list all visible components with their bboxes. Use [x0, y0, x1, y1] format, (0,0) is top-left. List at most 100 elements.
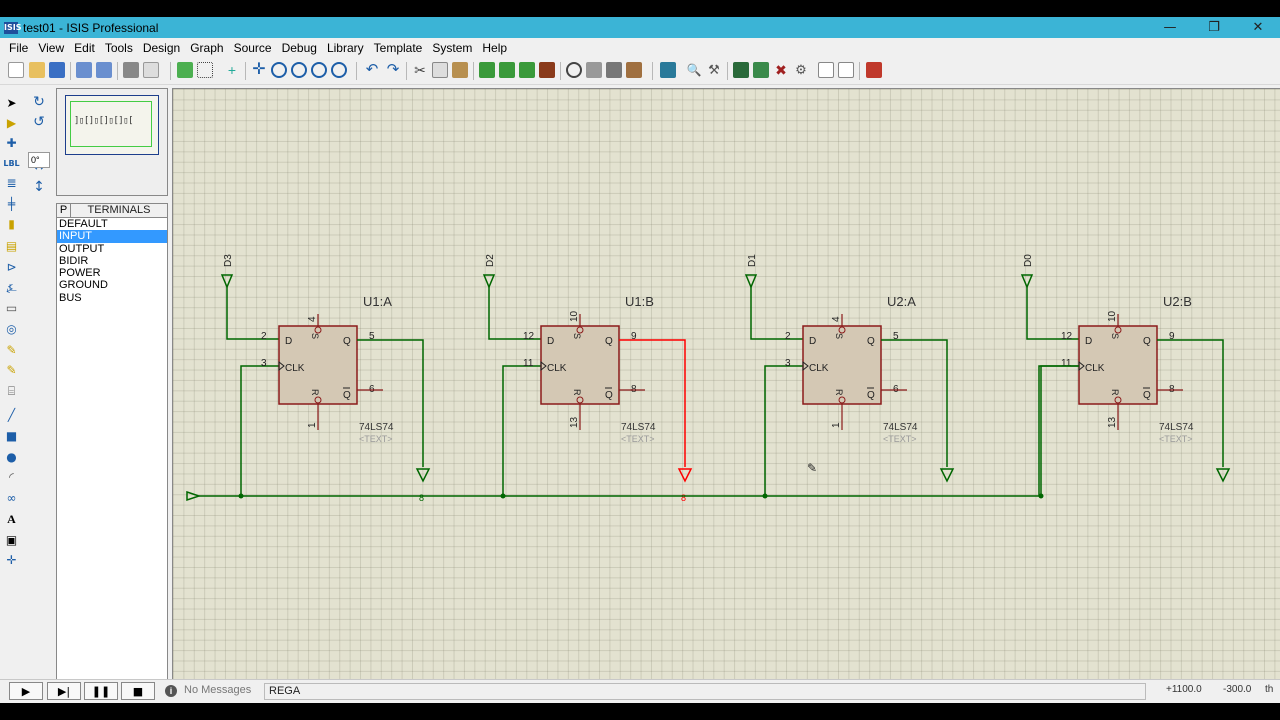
device-pins-mode-icon[interactable]: ⊳ — [4, 260, 19, 274]
cut-icon[interactable]: ✂ — [412, 62, 428, 78]
arc-mode-icon[interactable]: ◜ — [4, 470, 19, 484]
restore-button[interactable]: ❐ — [1192, 17, 1236, 38]
menu-template[interactable]: Template — [369, 41, 428, 55]
wire-autorouter-icon[interactable] — [660, 62, 676, 78]
new-sheet-icon[interactable] — [733, 62, 749, 78]
terminal-output[interactable]: OUTPUT — [57, 243, 167, 255]
print-icon[interactable] — [123, 62, 139, 78]
copy-icon[interactable] — [432, 62, 448, 78]
terminal-input[interactable]: INPUT — [57, 230, 167, 243]
search-tag-icon[interactable]: 🔍 — [686, 62, 702, 78]
symbol-mode-icon[interactable]: ▣ — [4, 533, 19, 547]
pick-button[interactable]: P — [57, 204, 71, 217]
close-button[interactable]: ✕ — [1236, 17, 1280, 38]
component-mode-icon[interactable]: ▶ — [4, 116, 19, 130]
box-mode-icon[interactable]: ■ — [4, 429, 19, 443]
pin-clk-label: CLK — [1085, 363, 1105, 374]
print-area-icon[interactable] — [143, 62, 159, 78]
generator-mode-icon[interactable]: ◎ — [4, 322, 19, 336]
line-mode-icon[interactable]: ╱ — [4, 408, 19, 422]
electrical-rule-check-icon[interactable] — [838, 62, 854, 78]
zoom-area-icon[interactable] — [331, 62, 347, 78]
bill-of-materials-icon[interactable] — [818, 62, 834, 78]
decompose-icon[interactable] — [626, 62, 642, 78]
clock-wire — [1040, 365, 1079, 496]
overview-window[interactable]: ]▯[]▯[]▯[]▯[ — [56, 88, 168, 196]
menu-help[interactable]: Help — [477, 41, 512, 55]
menu-system[interactable]: System — [427, 41, 477, 55]
redo-icon[interactable]: ↷ — [385, 62, 401, 78]
undo-icon[interactable]: ↶ — [364, 62, 380, 78]
new-file-icon[interactable] — [8, 62, 24, 78]
voltage-probe-mode-icon[interactable]: ✎ — [4, 343, 19, 357]
junction-dot-mode-icon[interactable]: ✚ — [4, 136, 19, 150]
zoom-in-icon[interactable] — [271, 62, 287, 78]
goto-sheet-icon[interactable]: ⚙ — [793, 62, 809, 78]
step-button[interactable]: ▶| — [47, 682, 81, 700]
menu-edit[interactable]: Edit — [69, 41, 100, 55]
remove-sheet-icon[interactable]: ✖ — [773, 62, 789, 78]
make-device-icon[interactable] — [586, 62, 602, 78]
grid-icon[interactable] — [197, 62, 213, 78]
pick-device-icon[interactable] — [566, 62, 582, 78]
schematic-grid[interactable]: D3U1:ADCLKQQSR23564174LS74<TEXT>8D2U1:BD… — [173, 89, 1280, 691]
menu-source[interactable]: Source — [229, 41, 277, 55]
block-move-icon[interactable] — [499, 62, 515, 78]
zoom-out-icon[interactable] — [291, 62, 307, 78]
block-delete-icon[interactable] — [539, 62, 555, 78]
wire-label-mode-icon[interactable]: LBL — [3, 156, 19, 170]
stop-button[interactable]: ■ — [121, 682, 155, 700]
text-mode-icon[interactable]: A — [4, 512, 19, 526]
rotate-clockwise-icon[interactable]: ↻ — [31, 94, 47, 110]
rotate-anticlockwise-icon[interactable]: ↺ — [31, 114, 47, 130]
message-status[interactable]: No Messages — [184, 684, 251, 696]
current-probe-mode-icon[interactable]: ✎ — [4, 363, 19, 377]
menu-file[interactable]: File — [4, 41, 33, 55]
terminal-bidir[interactable]: BIDIR — [57, 255, 167, 267]
virtual-instruments-mode-icon[interactable]: ⌸ — [4, 384, 19, 398]
netlist-to-ares-icon[interactable] — [866, 62, 882, 78]
text-script-mode-icon[interactable]: ≣ — [4, 176, 19, 190]
tape-recorder-mode-icon[interactable]: ▭ — [4, 301, 19, 315]
block-rotate-icon[interactable] — [519, 62, 535, 78]
zoom-all-icon[interactable] — [311, 62, 327, 78]
paste-icon[interactable] — [452, 62, 468, 78]
save-icon[interactable] — [49, 62, 65, 78]
pause-button[interactable]: ❚❚ — [84, 682, 118, 700]
menu-view[interactable]: View — [33, 41, 69, 55]
refresh-icon[interactable] — [177, 62, 193, 78]
property-tool-icon[interactable]: ⚒ — [706, 62, 722, 78]
minimize-button[interactable]: — — [1148, 17, 1192, 38]
pan-icon[interactable]: ✛ — [251, 62, 267, 78]
marker-mode-icon[interactable]: ✛ — [4, 553, 19, 567]
open-folder-icon[interactable] — [29, 62, 45, 78]
mirror-vertical-icon[interactable]: ↕ — [31, 179, 47, 195]
export-icon[interactable] — [96, 62, 112, 78]
graph-mode-icon[interactable]: ⍼ — [4, 281, 19, 295]
terminal-bus[interactable]: BUS — [57, 292, 167, 304]
rotation-angle-input[interactable]: 0° — [28, 152, 50, 168]
play-button[interactable]: ▶ — [9, 682, 43, 700]
menu-graph[interactable]: Graph — [185, 41, 228, 55]
menu-debug[interactable]: Debug — [277, 41, 322, 55]
terminal-ground[interactable]: GROUND — [57, 279, 167, 291]
terminals-mode-icon[interactable]: ▤ — [4, 239, 19, 253]
origin-icon[interactable]: + — [224, 62, 240, 78]
buses-mode-icon[interactable]: ╪ — [4, 197, 19, 211]
path-mode-icon[interactable]: ∞ — [4, 491, 19, 505]
menu-library[interactable]: Library — [322, 41, 369, 55]
selection-mode-icon[interactable]: ➤ — [4, 96, 19, 110]
terminal-power[interactable]: POWER — [57, 267, 167, 279]
menu-tools[interactable]: Tools — [100, 41, 138, 55]
schematic-drawing[interactable]: D3U1:ADCLKQQSR23564174LS74<TEXT>8D2U1:BD… — [173, 89, 1280, 691]
packaging-tool-icon[interactable] — [606, 62, 622, 78]
subcircuit-mode-icon[interactable]: ▮ — [4, 217, 19, 231]
menu-design[interactable]: Design — [138, 41, 185, 55]
terminal-default[interactable]: DEFAULT — [57, 218, 167, 230]
add-sheet-icon[interactable] — [753, 62, 769, 78]
circle-mode-icon[interactable]: ● — [4, 450, 19, 464]
cursor-y-coordinate: -300.0 — [1223, 684, 1252, 695]
import-icon[interactable] — [76, 62, 92, 78]
block-copy-icon[interactable] — [479, 62, 495, 78]
schematic-editor[interactable]: D3U1:ADCLKQQSR23564174LS74<TEXT>8D2U1:BD… — [172, 88, 1280, 691]
